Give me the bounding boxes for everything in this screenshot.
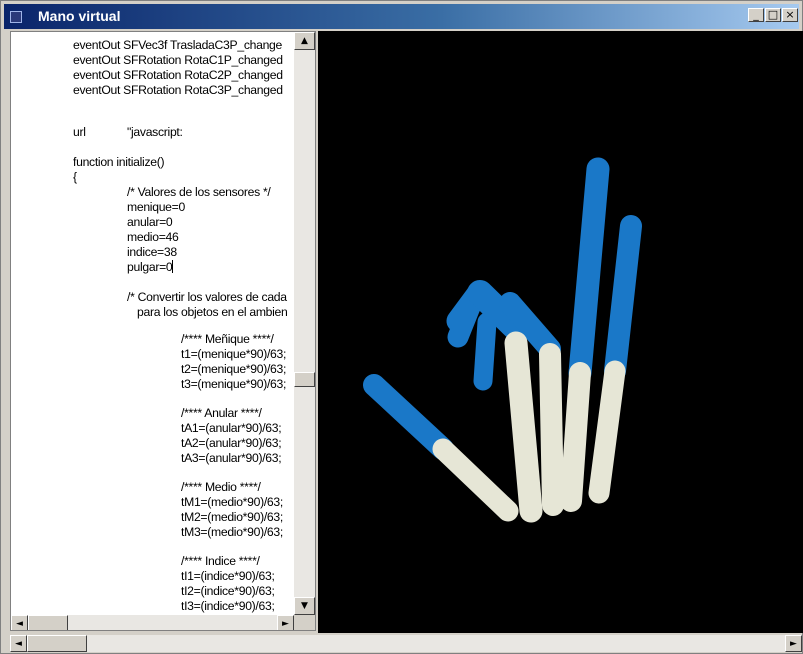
code-line: medio=46 xyxy=(127,230,179,244)
application-window: Mano virtual _ □ × eventOut SFVec3f Tras… xyxy=(0,0,803,654)
code-line: tM3=(medio*90)/63; xyxy=(181,525,283,539)
index-finger-lower xyxy=(539,343,564,516)
code-line: function initialize() xyxy=(73,155,165,169)
thumb-upper xyxy=(363,374,454,460)
window-scroll-right-button[interactable]: ► xyxy=(785,635,802,652)
code-line: url xyxy=(73,125,86,139)
code-line: eventOut SFRotation RotaC2P_changed xyxy=(73,68,283,82)
code-line: pulgar=0 xyxy=(127,260,173,274)
code-line: /**** Indice ****/ xyxy=(181,554,260,568)
horizontal-scroll-thumb[interactable] xyxy=(28,615,68,630)
code-line: tA2=(anular*90)/63; xyxy=(181,436,282,450)
window-horizontal-scroll-thumb[interactable] xyxy=(27,635,87,652)
middle-finger-lower xyxy=(504,331,543,523)
code-line: /* Valores de los sensores */ xyxy=(127,185,271,199)
code-line: eventOut SFRotation RotaC1P_changed xyxy=(73,53,283,67)
code-line: t1=(menique*90)/63; xyxy=(181,347,287,361)
scroll-down-button[interactable]: ▼ xyxy=(294,597,315,615)
code-horizontal-scrollbar[interactable]: ◄ ► xyxy=(11,615,294,630)
pointer-finger-lower xyxy=(560,362,591,512)
app-icon[interactable] xyxy=(10,11,22,23)
code-line: /**** Anular ****/ xyxy=(181,406,262,420)
code-vertical-scrollbar[interactable]: ▲ ▼ xyxy=(294,32,315,615)
code-line: eventOut SFRotation RotaC3P_changed xyxy=(73,83,283,97)
code-line: tA3=(anular*90)/63; xyxy=(181,451,282,465)
scroll-left-button[interactable]: ◄ xyxy=(11,615,28,630)
code-line: /* Convertir los valores de cada xyxy=(127,290,287,304)
scroll-thumb[interactable] xyxy=(294,372,315,387)
code-line: para los objetos en el ambien xyxy=(137,305,288,319)
code-line-with-caret: pulgar=0 xyxy=(127,260,174,275)
window-scroll-left-button[interactable]: ◄ xyxy=(10,635,27,652)
code-line: eventOut SFVec3f TrasladaC3P_change xyxy=(73,38,283,52)
minimize-button[interactable]: _ xyxy=(748,8,764,22)
code-line: tI2=(indice*90)/63; xyxy=(181,584,275,598)
virtual-hand-scene xyxy=(363,157,642,523)
pinky-finger-tip xyxy=(473,312,497,391)
code-line: "javascript: xyxy=(127,125,183,139)
code-line: tM1=(medio*90)/63; xyxy=(181,495,283,509)
code-line: t3=(menique*90)/63; xyxy=(181,377,287,391)
code-line: anular=0 xyxy=(127,215,173,229)
title-bar[interactable]: Mano virtual _ □ × xyxy=(4,4,799,29)
scroll-right-button[interactable]: ► xyxy=(277,615,294,630)
window-horizontal-scrollbar[interactable]: ◄ ► xyxy=(10,635,802,652)
code-line: menique=0 xyxy=(127,200,185,214)
code-line: t2=(menique*90)/63; xyxy=(181,362,287,376)
extended-finger-lower xyxy=(588,360,626,504)
maximize-button[interactable]: □ xyxy=(765,8,781,22)
code-line: /**** Meñique ****/ xyxy=(181,332,274,346)
code-line: tI3=(indice*90)/63; xyxy=(181,599,275,613)
code-text-area[interactable]: eventOut SFVec3f TrasladaC3P_change even… xyxy=(11,32,294,615)
code-line: indice=38 xyxy=(127,245,177,259)
text-caret xyxy=(172,260,174,273)
window-title: Mano virtual xyxy=(38,8,121,24)
close-button[interactable]: × xyxy=(782,8,798,22)
code-line: { xyxy=(73,170,77,184)
code-line: tA1=(anular*90)/63; xyxy=(181,421,282,435)
scroll-up-button[interactable]: ▲ xyxy=(294,32,315,50)
3d-viewport[interactable] xyxy=(318,31,803,633)
code-line: tI1=(indice*90)/63; xyxy=(181,569,275,583)
extended-finger-upper xyxy=(604,215,642,382)
code-editor-pane[interactable]: eventOut SFVec3f TrasladaC3P_change even… xyxy=(10,31,316,631)
code-line: tM2=(medio*90)/63; xyxy=(181,510,283,524)
thumb-lower xyxy=(432,438,519,522)
pointer-finger-upper xyxy=(568,157,610,385)
scrollbar-corner xyxy=(294,615,315,630)
code-line: /**** Medio ****/ xyxy=(181,480,261,494)
